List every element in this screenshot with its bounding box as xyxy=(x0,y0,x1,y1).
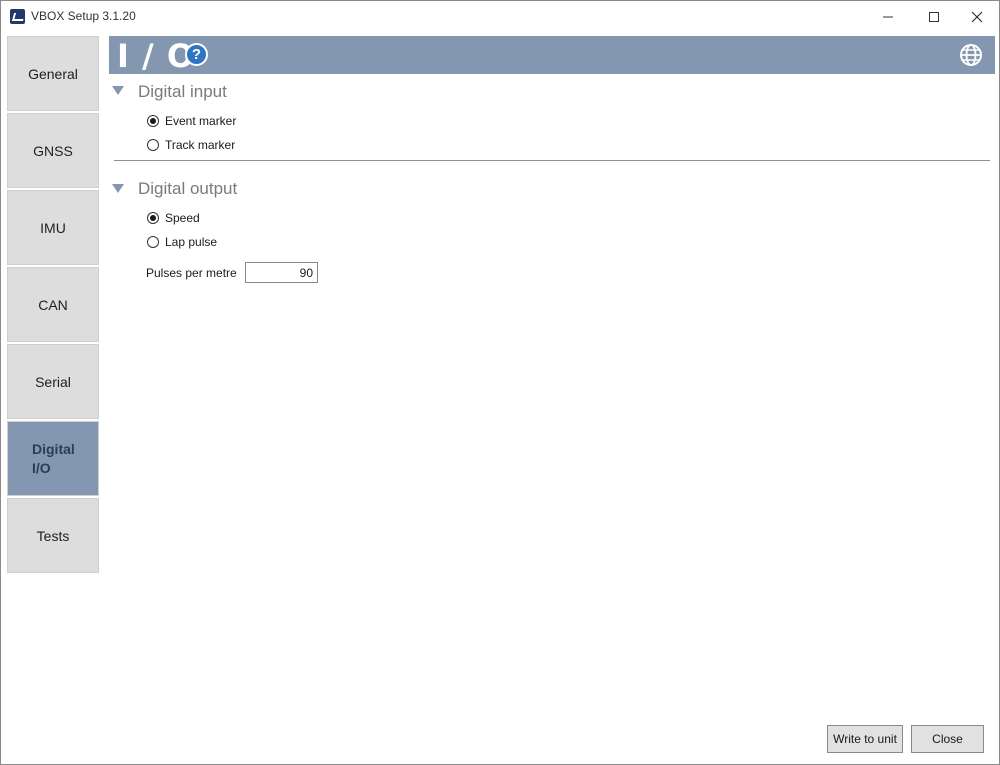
close-button[interactable]: Close xyxy=(911,725,984,753)
section-title-digital-input: Digital input xyxy=(138,82,227,101)
page-header: I / O ? xyxy=(109,36,995,75)
radio-speed[interactable]: Speed xyxy=(147,211,200,225)
app-logo-icon xyxy=(10,9,25,24)
close-window-button[interactable] xyxy=(954,1,1000,32)
sidebar-item-label: Tests xyxy=(36,527,70,544)
radio-button-checked[interactable] xyxy=(147,115,159,127)
sidebar-item-label: Digital I/O xyxy=(32,440,75,476)
sidebar-item-tests[interactable]: Tests xyxy=(7,498,99,573)
minimize-button[interactable] xyxy=(865,1,911,32)
sidebar-item-serial[interactable]: Serial xyxy=(7,344,99,419)
app-window: VBOX Setup 3.1.20 General GNSS IMU CAN S… xyxy=(0,0,1000,765)
radio-button-checked[interactable] xyxy=(147,212,159,224)
radio-label: Event marker xyxy=(165,114,237,128)
radio-event-marker[interactable]: Event marker xyxy=(147,114,236,128)
sidebar-item-label: GNSS xyxy=(33,142,73,159)
sidebar-item-imu[interactable]: IMU xyxy=(7,190,99,265)
maximize-button[interactable] xyxy=(911,1,957,32)
sidebar-item-label: Serial xyxy=(35,373,71,390)
help-icon[interactable]: ? xyxy=(185,43,208,66)
section-title-digital-output: Digital output xyxy=(138,179,238,198)
sidebar-item-label: General xyxy=(28,65,78,82)
page-title: I / O xyxy=(117,37,196,75)
pulses-per-metre-label: Pulses per metre xyxy=(146,266,237,280)
minimize-icon xyxy=(883,16,893,17)
window-title: VBOX Setup 3.1.20 xyxy=(31,9,136,23)
radio-label: Lap pulse xyxy=(165,235,218,249)
maximize-icon xyxy=(929,11,939,22)
sidebar-item-gnss[interactable]: GNSS xyxy=(7,113,99,188)
radio-label: Track marker xyxy=(165,138,236,152)
sidebar-item-label: IMU xyxy=(40,219,66,236)
close-icon xyxy=(971,11,983,22)
radio-button[interactable] xyxy=(147,236,159,248)
collapse-digital-output-icon[interactable] xyxy=(111,183,125,195)
pulses-per-metre-input[interactable] xyxy=(245,262,318,283)
sidebar-item-digital-io[interactable]: Digital I/O xyxy=(7,421,99,496)
section-divider xyxy=(114,160,990,161)
collapse-digital-input-icon[interactable] xyxy=(111,85,125,97)
write-to-unit-button[interactable]: Write to unit xyxy=(827,725,903,753)
sidebar-item-can[interactable]: CAN xyxy=(7,267,99,342)
sidebar-item-general[interactable]: General xyxy=(7,36,99,111)
radio-button[interactable] xyxy=(147,139,159,151)
radio-label: Speed xyxy=(165,211,200,225)
sidebar-item-label: CAN xyxy=(38,296,68,313)
globe-icon[interactable] xyxy=(959,43,983,67)
radio-track-marker[interactable]: Track marker xyxy=(147,138,235,152)
title-bar: VBOX Setup 3.1.20 xyxy=(1,1,999,32)
radio-lap-pulse[interactable]: Lap pulse xyxy=(147,235,217,249)
